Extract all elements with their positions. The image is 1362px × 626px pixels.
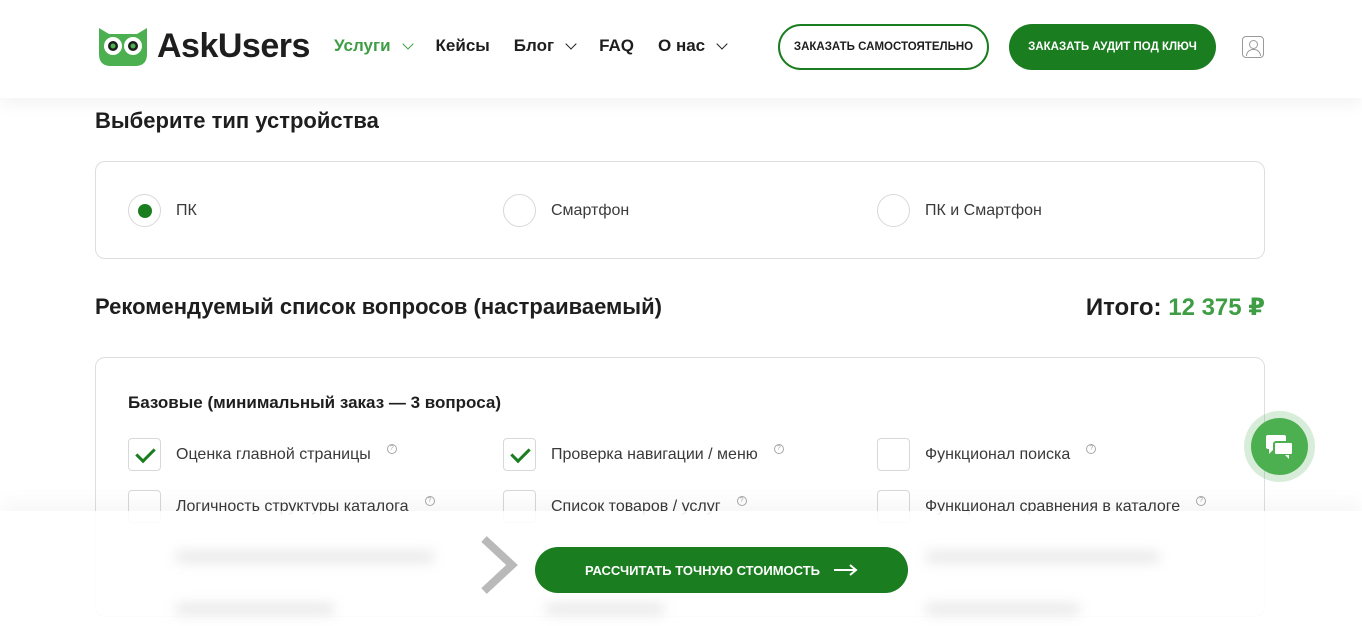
nav-label: Услуги [334, 36, 391, 55]
check-label: Функционал поиска [925, 445, 1071, 463]
checkbox-checked[interactable] [503, 438, 536, 471]
questions-section-title: Рекомендуемый список вопросов (настраива… [95, 294, 662, 319]
nav-item-cases[interactable]: Кейсы [436, 36, 490, 56]
order-turnkey-button[interactable]: ЗАКАЗАТЬ АУДИТ ПОД КЛЮЧ [1009, 24, 1216, 70]
nav-label: FAQ [599, 36, 635, 55]
radio[interactable] [503, 194, 536, 227]
chevron-down-icon [565, 38, 577, 50]
user-account-icon[interactable] [1242, 36, 1264, 58]
chat-widget-button[interactable] [1244, 411, 1315, 482]
device-option-pc[interactable]: ПК [128, 194, 197, 227]
device-section-title: Выберите тип устройства [95, 108, 379, 133]
site-header: AskUsers Услуги Кейсы Блог FAQ О нас ЗАК… [0, 0, 1362, 98]
check-label: Оценка главной страницы [176, 445, 371, 463]
total-price: Итого: 12 375 ₽ [1086, 293, 1265, 322]
radio-label: ПК и Смартфон [925, 201, 1042, 219]
device-card: ПК Смартфон ПК и Смартфон [95, 161, 1265, 259]
device-option-pc-and-smartphone[interactable]: ПК и Смартфон [877, 194, 1042, 227]
radio-selected[interactable] [128, 194, 161, 227]
blurred-content [175, 551, 435, 563]
order-self-button[interactable]: ЗАКАЗАТЬ САМОСТОЯТЕЛЬНО [778, 24, 989, 70]
help-icon[interactable]: ? [1196, 495, 1207, 506]
radio-label: Смартфон [551, 201, 630, 219]
calculate-price-button[interactable]: РАССЧИТАТЬ ТОЧНУЮ СТОИМОСТЬ [535, 547, 908, 593]
chevron-down-icon [716, 38, 728, 50]
check-label: Проверка навигации / меню [551, 445, 758, 463]
radio[interactable] [877, 194, 910, 227]
chat-bubble [1251, 418, 1308, 475]
blurred-content [925, 603, 1080, 615]
chat-icon [1266, 435, 1294, 459]
main-nav: Услуги Кейсы Блог FAQ О нас [334, 36, 750, 56]
nav-item-faq[interactable]: FAQ [599, 36, 634, 56]
group-title: Базовые (минимальный заказ — 3 вопроса) [128, 393, 501, 412]
help-icon[interactable]: ? [424, 495, 435, 506]
chevron-down-icon [401, 38, 414, 50]
total-amount: 12 375 ₽ [1168, 294, 1265, 321]
help-icon[interactable]: ? [1086, 443, 1097, 454]
logo-text: AskUsers [157, 26, 310, 65]
chevron-right-icon [481, 536, 518, 594]
logo[interactable]: AskUsers [95, 24, 310, 68]
nav-label: О нас [658, 36, 706, 55]
nav-label: Блог [513, 36, 555, 55]
radio-label: ПК [176, 201, 197, 219]
nav-item-services[interactable]: Услуги [334, 36, 414, 56]
calculate-label: РАССЧИТАТЬ ТОЧНУЮ СТОИМОСТЬ [584, 562, 821, 578]
nav-label: Кейсы [435, 36, 490, 55]
checkbox[interactable] [877, 438, 910, 471]
blurred-content [925, 551, 1160, 563]
device-option-smartphone[interactable]: Смартфон [503, 194, 629, 227]
total-label: Итого: [1085, 294, 1162, 321]
question-navigation[interactable]: Проверка навигации / меню ? [503, 438, 784, 471]
blurred-content [545, 603, 665, 615]
question-homepage[interactable]: Оценка главной страницы ? [128, 438, 397, 471]
help-icon[interactable]: ? [736, 495, 747, 506]
blurred-content [175, 603, 335, 615]
checkbox-checked[interactable] [128, 438, 161, 471]
help-icon[interactable]: ? [386, 443, 397, 454]
nav-item-about[interactable]: О нас [658, 36, 728, 56]
arrow-right-icon [834, 564, 858, 576]
owl-logo-icon [99, 28, 147, 66]
help-icon[interactable]: ? [773, 443, 784, 454]
question-search[interactable]: Функционал поиска ? [877, 438, 1097, 471]
nav-item-blog[interactable]: Блог [513, 36, 577, 56]
